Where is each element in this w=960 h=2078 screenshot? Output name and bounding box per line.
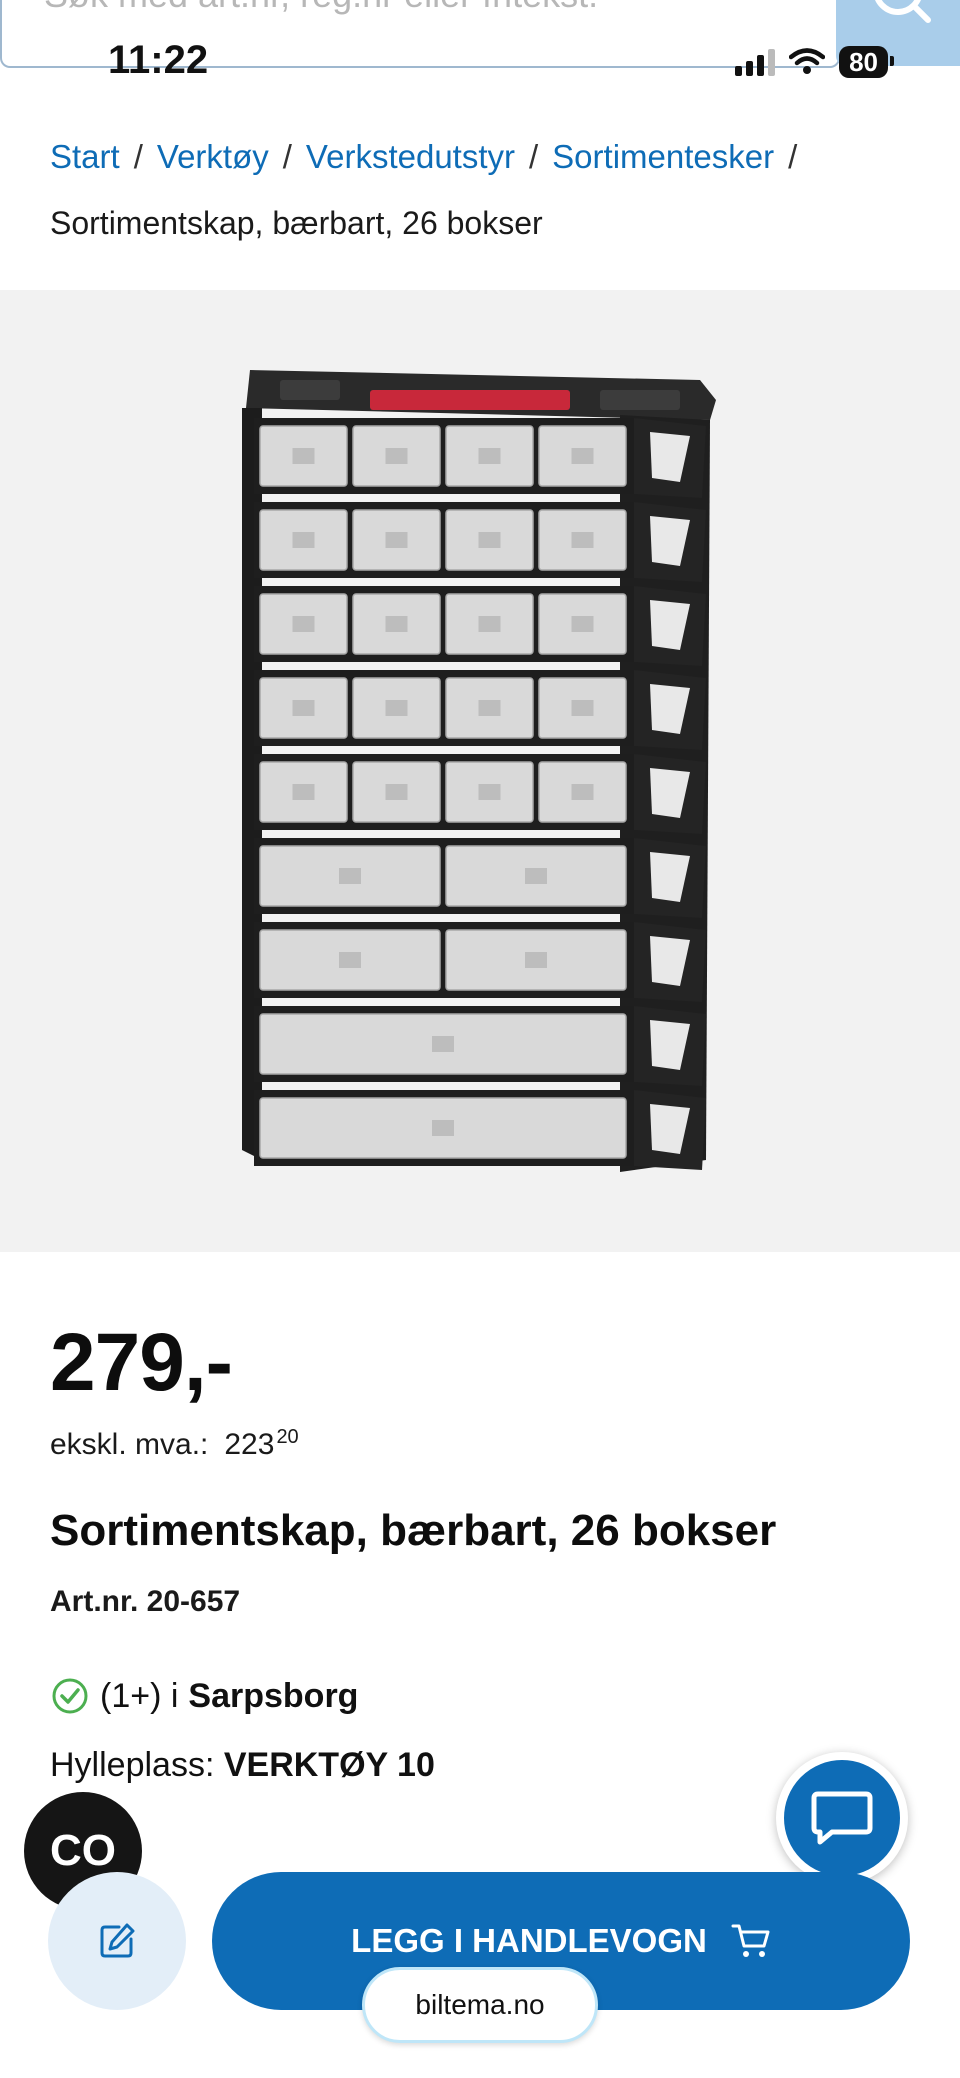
breadcrumb-current: Sortimentskap, bærbart, 26 bokser [50,205,543,241]
drawer-handle [571,616,594,632]
drawer-handle [478,784,501,800]
breadcrumb-start[interactable]: Start [50,138,120,176]
breadcrumb-verktoy[interactable]: Verktøy [157,138,269,176]
status-indicators: 80 [735,46,894,78]
drawer-handle [292,784,315,800]
breadcrumb-separator: / [788,138,798,175]
product-price: 279,- [50,1317,233,1408]
chat-icon [811,1791,873,1845]
battery-icon: 80 [839,46,894,78]
drawer-handle [525,952,547,968]
check-circle-icon [52,1678,88,1714]
drawer-handle [292,616,315,632]
drawer-handle [478,448,501,464]
shelf-value: VERKTØY 10 [223,1746,435,1784]
stock-count: (1+) i [100,1676,179,1715]
shelf-label: Hylleplass: [50,1746,215,1784]
drawer-handle [478,616,501,632]
browser-url-pill[interactable]: biltema.no [362,1967,598,2043]
breadcrumb-separator: / [133,138,143,175]
chat-button[interactable] [776,1752,908,1884]
drawer-handle [385,784,408,800]
drawer-handle [339,952,361,968]
drawer-handle [339,868,361,884]
breadcrumb-sortimentesker[interactable]: Sortimentesker [552,138,774,176]
search-icon [875,0,931,23]
drawer-handle [525,868,547,884]
drawer-handle [292,700,315,716]
product-image [242,370,716,1172]
drawer-handle [432,1036,454,1052]
article-number: Art.nr. 20-657 [50,1585,241,1618]
ex-vat-amount: 223 20 [224,1426,298,1462]
drawer-handle [571,784,594,800]
stock-status[interactable]: (1+) i Sarpsborg [50,1676,358,1716]
edit-button[interactable] [48,1872,186,2010]
breadcrumb: Start / Verktøy / Verkstedutstyr / Sorti… [50,138,797,176]
wifi-icon [789,48,826,74]
ex-vat-label: ekskl. mva.: [50,1428,209,1461]
drawer-handle [571,700,594,716]
drawer-handle [478,700,501,716]
drawer-handle [432,1120,454,1136]
drawer-handle [478,532,501,548]
co-badge-text: CO [50,1826,116,1875]
product-image-area[interactable] [0,290,960,1252]
stock-store[interactable]: Sarpsborg [188,1677,358,1716]
shelf-location: Hylleplass: VERKTØY 10 [50,1746,435,1785]
cart-icon [731,1924,770,1957]
drawer-handle [292,448,315,464]
drawer-handle [385,448,408,464]
drawer-handle [292,532,315,548]
drawer-handle [385,616,408,632]
breadcrumb-verkstedutstyr[interactable]: Verkstedutstyr [306,138,515,176]
breadcrumb-separator: / [282,138,292,175]
drawer-handle [385,532,408,548]
edit-icon [100,1923,135,1958]
drawer-handle [571,532,594,548]
status-time: 11:22 [108,38,209,82]
browser-url: biltema.no [415,1989,545,2020]
signal-icon [735,48,776,76]
add-to-cart-label: LEGG I HANDLEVOGN [351,1922,707,1959]
ex-vat-whole: 223 [224,1428,275,1461]
search-placeholder: Søk med art.nr, reg.nr eller fritekst. [44,0,598,16]
ex-vat-cents: 20 [276,1426,299,1448]
breadcrumb-separator: / [529,138,539,175]
price-ex-vat: ekskl. mva.: 223 20 [50,1426,299,1462]
product-title: Sortimentskap, bærbart, 26 bokser [50,1506,777,1555]
drawer-handle [385,700,408,716]
drawer-handle [571,448,594,464]
